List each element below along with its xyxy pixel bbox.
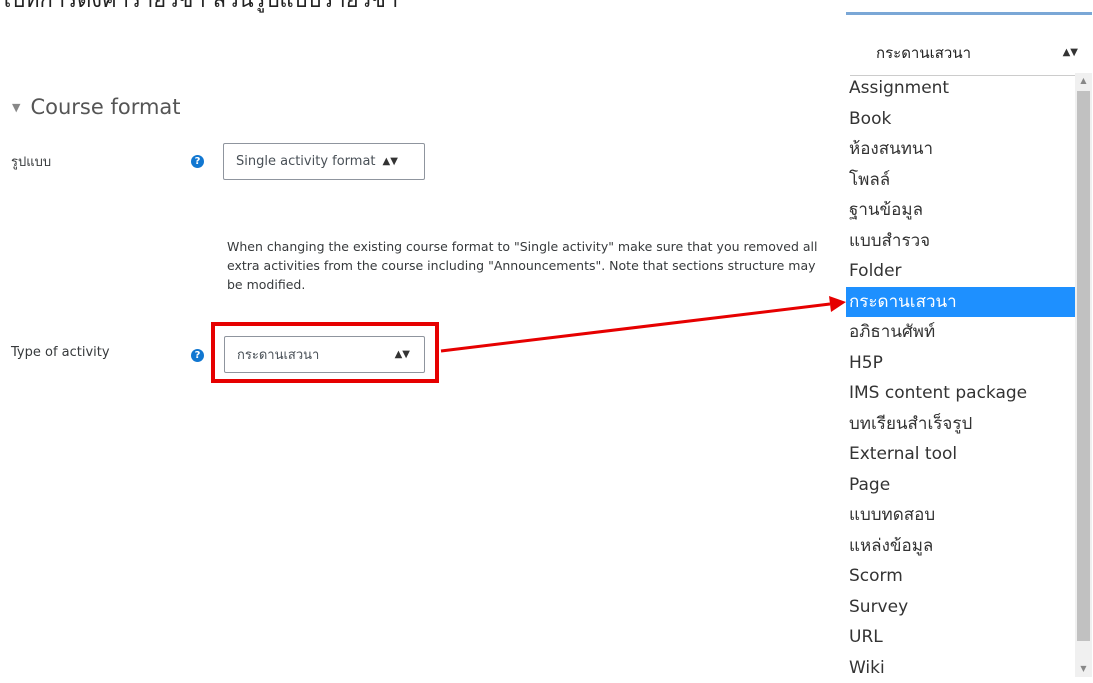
dropdown-option[interactable]: Book bbox=[846, 104, 1075, 135]
scroll-up-icon[interactable]: ▲ bbox=[1075, 73, 1092, 89]
dropdown-option[interactable]: ฐานข้อมูล bbox=[846, 195, 1075, 226]
help-icon[interactable]: ? bbox=[191, 349, 204, 362]
dropdown-top-border bbox=[846, 12, 1092, 15]
dropdown-option[interactable]: แหล่งข้อมูล bbox=[846, 531, 1075, 562]
highlight-box bbox=[211, 322, 439, 383]
dropdown-option[interactable]: บทเรียนสำเร็จรูป bbox=[846, 409, 1075, 440]
instruction-text: ไปที่การตั้งค่ารายวิชา ส่วนรูปแบบรายวิชา bbox=[0, 0, 398, 17]
dropdown-option[interactable]: Wiki bbox=[846, 653, 1075, 683]
dropdown-scrollbar[interactable]: ▲ ▼ bbox=[1075, 73, 1092, 677]
scroll-down-icon[interactable]: ▼ bbox=[1075, 661, 1092, 677]
course-format-select-value: Single activity format bbox=[236, 154, 376, 169]
caret-down-icon: ▼ bbox=[12, 101, 20, 114]
dropdown-option[interactable]: Assignment bbox=[846, 73, 1075, 104]
format-label: รูปแบบ bbox=[11, 151, 51, 172]
dropdown-option[interactable]: แบบสำรวจ bbox=[846, 226, 1075, 257]
dropdown-option[interactable]: Page bbox=[846, 470, 1075, 501]
section-title: Course format bbox=[30, 95, 180, 119]
dropdown-option[interactable]: แบบทดสอบ bbox=[846, 500, 1075, 531]
dropdown-current-value: กระดานเสวนา bbox=[876, 41, 971, 65]
dropdown-option[interactable]: H5P bbox=[846, 348, 1075, 379]
dropdown-option[interactable]: Folder bbox=[846, 256, 1075, 287]
dropdown-option[interactable]: ห้องสนทนา bbox=[846, 134, 1075, 165]
select-arrows-icon: ▲▼ bbox=[383, 156, 398, 167]
dropdown-option[interactable]: Survey bbox=[846, 592, 1075, 623]
dropdown-options-list[interactable]: AssignmentBookห้องสนทนาโพลล์ฐานข้อมูลแบบ… bbox=[846, 73, 1075, 683]
activity-dropdown[interactable]: กระดานเสวนา ▲▼ AssignmentBookห้องสนทนาโพ… bbox=[846, 12, 1092, 677]
scrollbar-thumb[interactable] bbox=[1077, 91, 1090, 641]
course-format-select[interactable]: Single activity format ▲▼ bbox=[223, 143, 425, 180]
select-arrows-icon: ▲▼ bbox=[1063, 47, 1078, 58]
dropdown-current-select[interactable]: กระดานเสวนา ▲▼ bbox=[850, 30, 1086, 76]
dropdown-option[interactable]: กระดานเสวนา bbox=[846, 287, 1075, 318]
dropdown-option[interactable]: โพลล์ bbox=[846, 165, 1075, 196]
dropdown-option[interactable]: อภิธานศัพท์ bbox=[846, 317, 1075, 348]
section-header-course-format[interactable]: ▼ Course format bbox=[12, 95, 181, 119]
dropdown-option[interactable]: IMS content package bbox=[846, 378, 1075, 409]
dropdown-option[interactable]: External tool bbox=[846, 439, 1075, 470]
help-icon[interactable]: ? bbox=[191, 155, 204, 168]
format-change-note: When changing the existing course format… bbox=[227, 237, 827, 294]
activity-type-label: Type of activity bbox=[11, 345, 110, 360]
dropdown-option[interactable]: Scorm bbox=[846, 561, 1075, 592]
dropdown-option[interactable]: URL bbox=[846, 622, 1075, 653]
